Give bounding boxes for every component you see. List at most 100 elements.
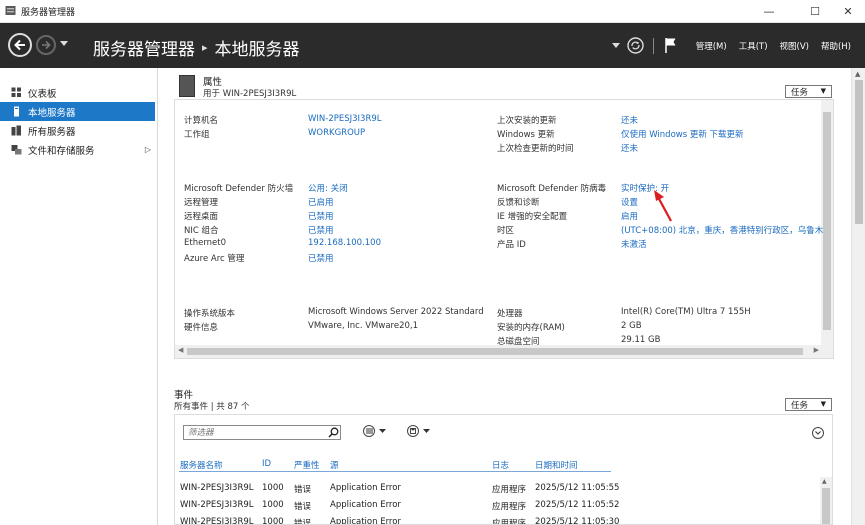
- caret-down-icon: [379, 428, 386, 433]
- scroll-thumb[interactable]: [822, 488, 830, 524]
- minimize-button[interactable]: —: [752, 0, 786, 23]
- list-options-button[interactable]: [363, 425, 386, 437]
- caret-down-icon[interactable]: [611, 42, 620, 49]
- events-panel: 服务器名称 ID 严重性 源 日志 日期和时间 WIN-2PESJ3I3R9L …: [174, 414, 833, 525]
- prop-value-workgroup[interactable]: WORKGROUP: [308, 128, 365, 138]
- event-cell-source[interactable]: Application Error: [330, 483, 401, 493]
- close-button[interactable]: ✕: [831, 0, 865, 23]
- prop-value-last-installed-updates[interactable]: 还未: [621, 114, 638, 126]
- column-header-log[interactable]: 日志: [492, 459, 509, 471]
- column-header-id[interactable]: ID: [262, 459, 271, 469]
- caret-down-icon: [423, 428, 430, 433]
- event-cell-log[interactable]: 应用程序: [492, 500, 526, 512]
- prop-value-hardware: VMware, Inc. VMware20,1: [308, 321, 418, 331]
- back-button[interactable]: [8, 33, 32, 57]
- prop-label-time-zone: 时区: [497, 226, 515, 236]
- search-icon[interactable]: [328, 427, 339, 438]
- events-filter-input[interactable]: [183, 425, 341, 440]
- breadcrumb-root[interactable]: 服务器管理器: [93, 35, 195, 60]
- prop-value-feedback-diagnostics[interactable]: 设置: [621, 196, 638, 208]
- prop-label-hardware: 硬件信息: [184, 323, 219, 333]
- history-dropdown-icon[interactable]: [60, 41, 68, 47]
- prop-value-nic-teaming[interactable]: 已禁用: [308, 224, 334, 236]
- prop-value-last-checked-updates[interactable]: 还未: [621, 142, 638, 154]
- scroll-thumb[interactable]: [187, 348, 803, 355]
- prop-value-ie-esc[interactable]: 启用: [621, 210, 638, 222]
- properties-tasks-button[interactable]: 任务 ▼: [785, 85, 832, 98]
- column-header-source[interactable]: 源: [330, 459, 339, 471]
- chevron-down-icon: ▼: [820, 400, 826, 408]
- maximize-button[interactable]: ☐: [798, 0, 832, 23]
- expand-arrow-icon[interactable]: ▷: [145, 145, 151, 154]
- event-cell-source[interactable]: Application Error: [330, 500, 401, 510]
- event-cell-server[interactable]: WIN-2PESJ3I3R9L: [180, 500, 254, 510]
- event-cell-severity[interactable]: 错误: [294, 517, 311, 524]
- sidebar: 仪表板 本地服务器 所有服务器 文件和存储服务 ▷: [0, 68, 158, 525]
- menu-view[interactable]: 视图(V): [780, 40, 809, 52]
- prop-label-last-checked-updates: 上次检查更新的时间: [497, 144, 574, 154]
- column-header-server-name[interactable]: 服务器名称: [180, 459, 223, 471]
- prop-label-memory: 安装的内存(RAM): [497, 323, 565, 333]
- event-cell-id[interactable]: 1000: [262, 500, 284, 510]
- event-cell-datetime[interactable]: 2025/5/12 11:05:55: [535, 483, 619, 493]
- arrow-right-icon: [42, 40, 51, 50]
- event-cell-id[interactable]: 1000: [262, 517, 284, 524]
- sidebar-item-all-servers[interactable]: 所有服务器: [0, 121, 155, 140]
- prop-value-time-zone[interactable]: (UTC+08:00) 北京，重庆，香港特别行政区，乌鲁木: [621, 224, 823, 236]
- forward-button[interactable]: [36, 35, 56, 55]
- save-query-button[interactable]: [407, 425, 430, 437]
- expand-icon[interactable]: [812, 427, 824, 439]
- prop-value-firewall[interactable]: 公用: 关闭: [308, 182, 348, 194]
- event-cell-id[interactable]: 1000: [262, 483, 284, 493]
- scroll-thumb[interactable]: [855, 80, 863, 224]
- events-heading: 事件: [174, 390, 194, 401]
- prop-label-processor: 处理器: [497, 309, 523, 319]
- scroll-right-icon[interactable]: ▶: [814, 346, 819, 354]
- sidebar-item-dashboard[interactable]: 仪表板: [0, 83, 155, 102]
- event-cell-source[interactable]: Application Error: [330, 517, 401, 524]
- event-cell-datetime[interactable]: 2025/5/12 11:05:52: [535, 500, 619, 510]
- prop-value-azure-arc[interactable]: 已禁用: [308, 252, 334, 264]
- prop-value-os-version: Microsoft Windows Server 2022 Standard: [308, 307, 484, 317]
- event-cell-datetime[interactable]: 2025/5/12 11:05:30: [535, 517, 619, 524]
- properties-vertical-scrollbar[interactable]: [821, 100, 833, 346]
- prop-value-product-id[interactable]: 未激活: [621, 238, 647, 250]
- sidebar-item-local-server[interactable]: 本地服务器: [0, 102, 155, 121]
- title-bar: 服务器管理器 — ☐ ✕: [0, 0, 865, 23]
- toolbar-divider: [652, 37, 654, 54]
- column-header-severity[interactable]: 严重性: [294, 459, 320, 471]
- prop-value-ethernet0[interactable]: 192.168.100.100: [308, 238, 381, 248]
- prop-value-processor: Intel(R) Core(TM) Ultra 7 155H: [621, 307, 751, 317]
- breadcrumb-current: 本地服务器: [214, 40, 300, 60]
- scroll-up-icon[interactable]: ▲: [855, 70, 860, 78]
- event-cell-server[interactable]: WIN-2PESJ3I3R9L: [180, 517, 254, 524]
- prop-label-remote-management: 远程管理: [184, 198, 219, 208]
- event-cell-log[interactable]: 应用程序: [492, 483, 526, 495]
- event-cell-severity[interactable]: 错误: [294, 500, 311, 512]
- event-cell-log[interactable]: 应用程序: [492, 517, 526, 524]
- menu-help[interactable]: 帮助(H): [821, 40, 851, 52]
- sidebar-item-file-storage[interactable]: 文件和存储服务 ▷: [0, 140, 155, 159]
- breadcrumb: 服务器管理器 ▸ 本地服务器: [93, 35, 300, 60]
- event-cell-server[interactable]: WIN-2PESJ3I3R9L: [180, 483, 254, 493]
- refresh-icon[interactable]: [627, 37, 644, 54]
- scroll-up-icon[interactable]: ▲: [822, 478, 827, 485]
- page-vertical-scrollbar[interactable]: ▲: [851, 68, 865, 525]
- prop-value-remote-desktop[interactable]: 已禁用: [308, 210, 334, 222]
- events-tasks-button[interactable]: 任务 ▼: [785, 398, 832, 411]
- tasks-label: 任务: [791, 400, 809, 411]
- prop-label-feedback-diagnostics: 反馈和诊断: [497, 198, 540, 208]
- scroll-thumb[interactable]: [823, 112, 831, 330]
- prop-value-windows-update[interactable]: 仅使用 Windows 更新 下载更新: [621, 128, 744, 140]
- scroll-left-icon[interactable]: ◀: [178, 346, 183, 354]
- event-cell-severity[interactable]: 错误: [294, 483, 311, 495]
- menu-tools[interactable]: 工具(T): [739, 40, 768, 52]
- column-header-datetime[interactable]: 日期和时间: [535, 459, 578, 471]
- prop-value-memory: 2 GB: [621, 321, 642, 331]
- breadcrumb-separator: ▸: [202, 41, 208, 54]
- notifications-flag-icon[interactable]: [664, 37, 678, 54]
- events-vertical-scrollbar[interactable]: ▲: [820, 477, 832, 524]
- prop-value-remote-management[interactable]: 已启用: [308, 196, 334, 208]
- menu-manage[interactable]: 管理(M): [696, 40, 727, 52]
- prop-value-computer-name[interactable]: WIN-2PESJ3I3R9L: [308, 114, 382, 124]
